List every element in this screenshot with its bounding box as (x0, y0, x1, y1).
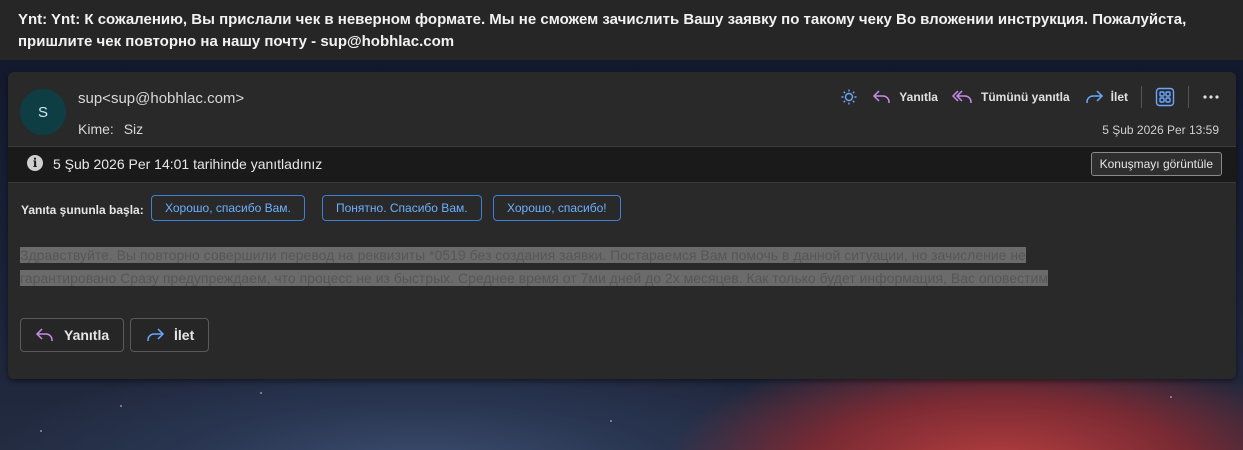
forward-icon (147, 328, 165, 341)
reply-icon (35, 328, 53, 341)
email-card: S sup<sup@hobhlac.com> Kime: Siz 5 Şub 2… (8, 72, 1236, 379)
reply-icon (873, 90, 891, 103)
body-line: гарантировано Сразу предупреждаем, что п… (20, 270, 1048, 286)
recipients-label: Kime: (78, 121, 114, 137)
replied-info-bar: i 5 Şub 2026 Per 14:01 tarihinde yanıtla… (8, 146, 1236, 183)
footer-reply-button[interactable]: Yanıtla (20, 318, 125, 352)
forward-button[interactable]: İlet (1084, 89, 1128, 105)
reply-label: Yanıtla (899, 90, 938, 104)
footer-reply-label: Yanıtla (64, 327, 110, 343)
avatar[interactable]: S (20, 89, 66, 135)
suggested-replies-label: Yanıta şununla başla: (21, 203, 144, 217)
email-subject: Ynt: Ynt: К сожалению, Вы прислали чек в… (0, 0, 1243, 60)
body-line: Здравствуйте. Вы повторно совершили пере… (20, 247, 1026, 263)
forward-icon (1085, 90, 1103, 103)
email-body: Здравствуйте. Вы повторно совершили пере… (20, 244, 1220, 290)
more-icon[interactable] (1202, 94, 1220, 100)
recipients-line: Kime: Siz (78, 121, 143, 137)
replied-info-text: 5 Şub 2026 Per 14:01 tarihinde yanıtladı… (53, 156, 323, 172)
reply-all-label: Tümünü yanıtla (980, 90, 1070, 104)
message-toolbar: Yanıtla Tümünü yanıtla İlet (840, 85, 1220, 109)
toolbar-divider (1188, 86, 1189, 108)
info-icon: i (27, 155, 43, 171)
view-conversation-button[interactable]: Konuşmayı görüntüle (1090, 152, 1222, 176)
suggested-reply-2[interactable]: Понятно. Спасибо Вам. (322, 195, 482, 221)
sent-date: 5 Şub 2026 Per 13:59 (1102, 123, 1219, 137)
footer-forward-button[interactable]: İlet (130, 318, 210, 352)
reply-all-icon (951, 90, 972, 103)
reply-button[interactable]: Yanıtla (872, 89, 938, 105)
sender-address[interactable]: sup<sup@hobhlac.com> (78, 90, 244, 107)
recipients-value[interactable]: Siz (124, 121, 143, 137)
sun-icon[interactable] (840, 88, 858, 106)
apps-icon[interactable] (1155, 87, 1175, 107)
suggested-reply-3[interactable]: Хорошо, спасибо! (493, 195, 621, 221)
suggested-reply-1[interactable]: Хорошо, спасибо Вам. (151, 195, 305, 221)
toolbar-divider (1141, 86, 1142, 108)
reply-all-button[interactable]: Tümünü yanıtla (951, 89, 1070, 105)
footer-forward-label: İlet (174, 327, 195, 343)
forward-label: İlet (1110, 90, 1128, 104)
